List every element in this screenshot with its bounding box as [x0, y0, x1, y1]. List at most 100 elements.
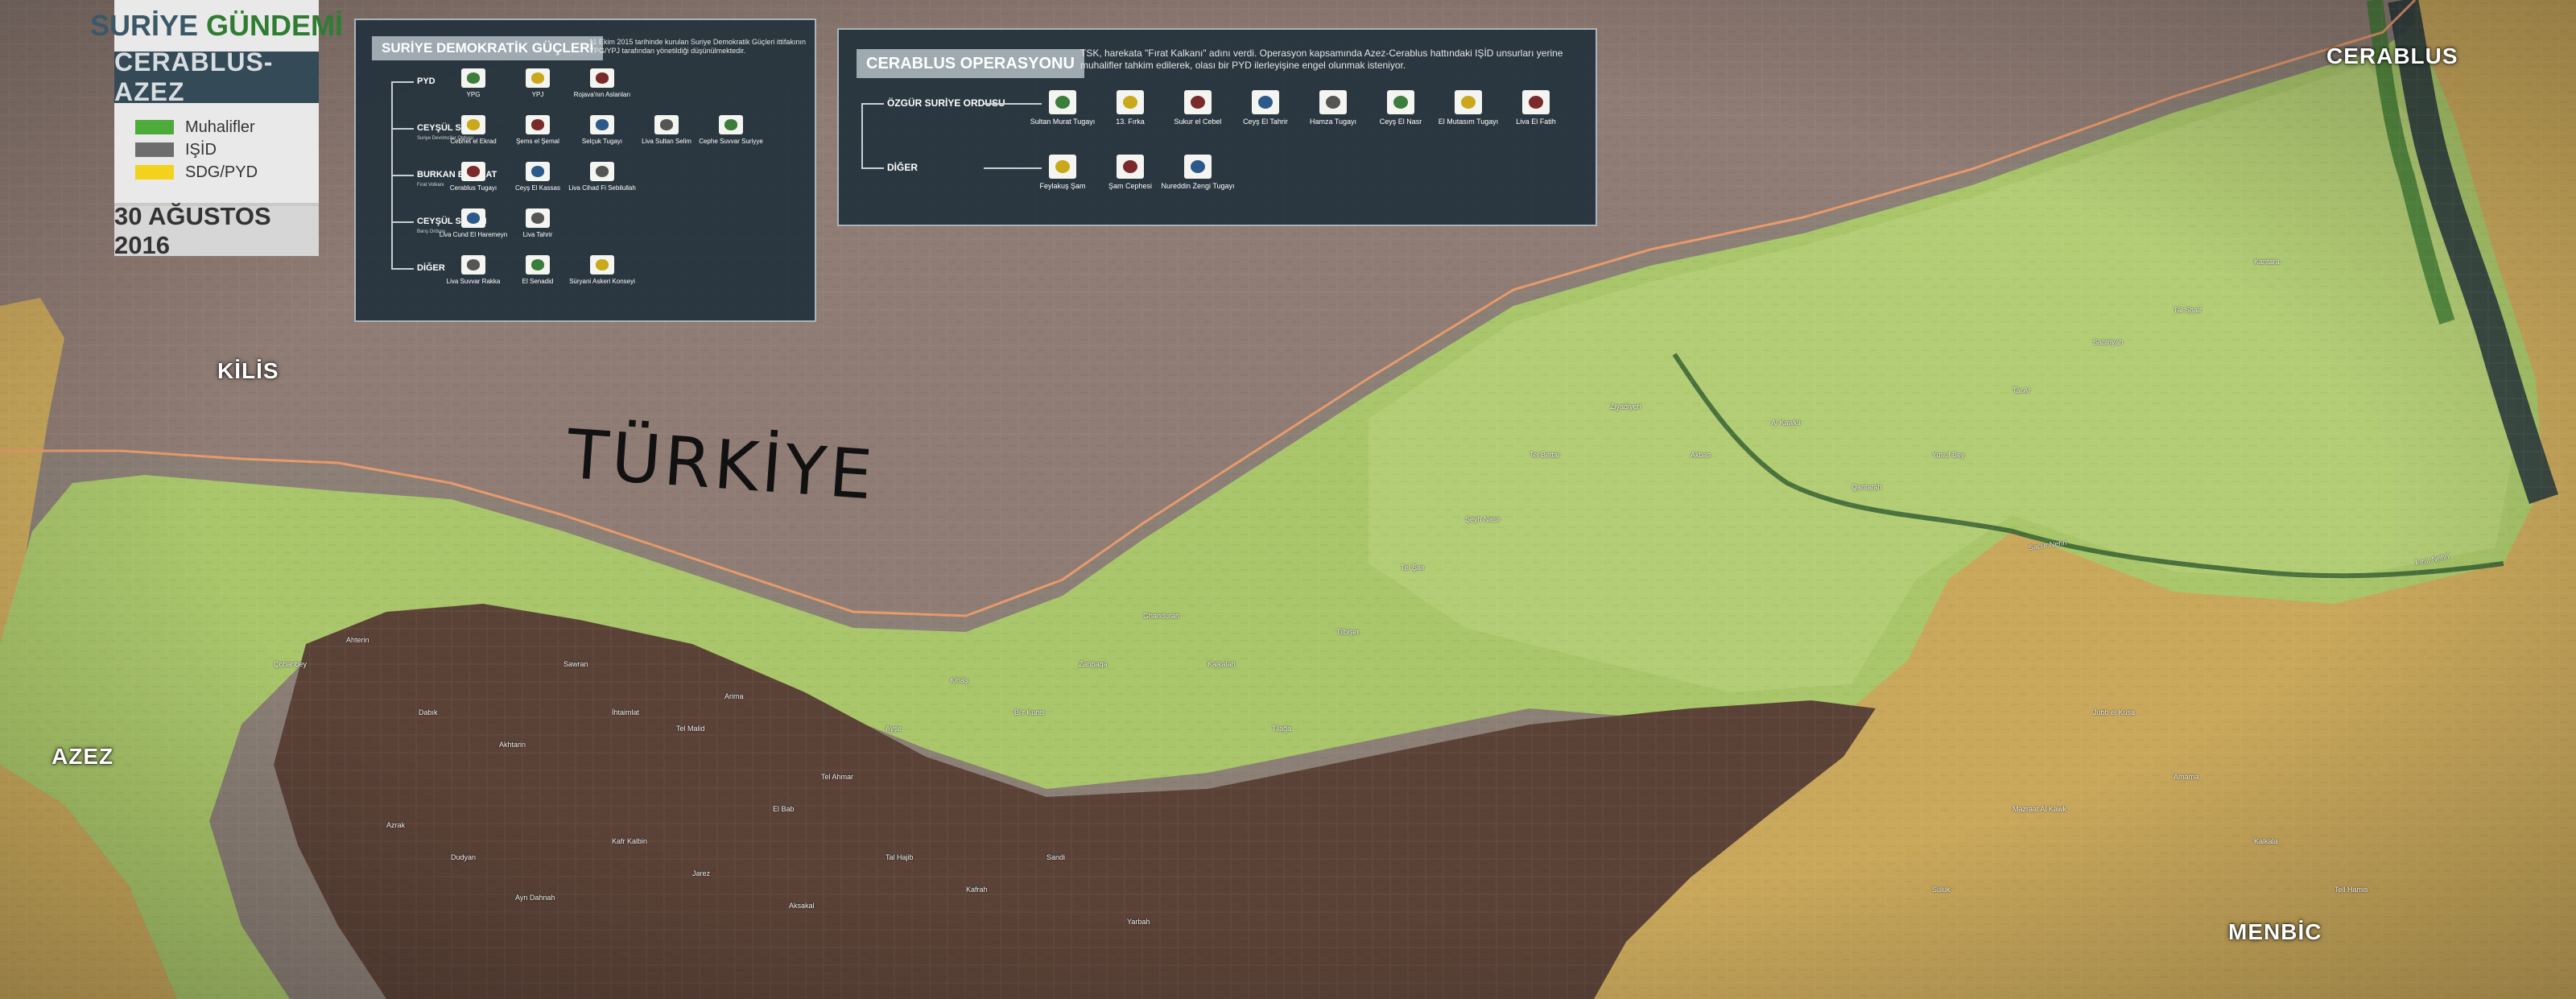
emblem-shape: [1257, 95, 1274, 109]
city-label-azez: AZEZ: [52, 744, 114, 769]
legend-label: IŞİD: [185, 140, 217, 159]
emblem-shape: [466, 119, 481, 130]
ypg-flag-icon: [461, 68, 485, 88]
village-label: Ayşe: [886, 724, 902, 733]
emblem-shape: [466, 166, 481, 177]
emblem-shape: [1055, 95, 1071, 109]
sdg-panel-title: SURİYE DEMOKRATİK GÜÇLERİ: [372, 36, 604, 60]
tree-trunk-line: [861, 103, 863, 167]
liva-cihad-emblem-icon: [590, 162, 614, 181]
sam-cephesi-emblem-icon: [1117, 155, 1144, 179]
sdg-info-panel: SURİYE DEMOKRATİK GÜÇLERİ 11 Ekim 2015 t…: [354, 19, 816, 322]
village-label: Ahterin: [346, 636, 369, 644]
op-panel-title: CERABLUS OPERASYONU: [857, 49, 1084, 78]
emblem-shape: [595, 72, 609, 84]
emblem-shape: [1393, 95, 1409, 109]
liva-el-fatih-emblem-icon: [1522, 90, 1550, 114]
emblem-shape: [1460, 95, 1476, 109]
op-panel-description: TSK, harekata "Fırat Kalkanı" adını verd…: [1080, 47, 1563, 71]
village-label: Tal Ar: [2013, 386, 2031, 394]
village-label: Suluk: [1932, 885, 1951, 894]
village-label: Jarez: [692, 869, 711, 877]
village-label: Tal Hajib: [886, 853, 914, 861]
nureddin-zengi-emblem-icon: [1184, 155, 1212, 179]
village-label: Kafrah: [966, 885, 988, 894]
emblem-shape: [530, 119, 545, 130]
tree-branch-line: [391, 128, 414, 130]
tree-branch-line: [861, 103, 884, 105]
legend-swatch-sdg-pyd: [135, 165, 174, 180]
tree-branch-line: [391, 221, 414, 223]
13-firka-flag-icon: [1117, 90, 1144, 114]
village-label: Aksakal: [789, 902, 815, 910]
village-label: Şeyh Nasir: [1465, 515, 1501, 523]
title-panel: SURİYE GÜNDEMİ CERABLUS-AZEZ Muhalifler …: [90, 0, 343, 259]
unit-item: Liva Tahrir: [497, 208, 578, 238]
suryani-askeri-konseyi-emblem-icon: [590, 255, 614, 275]
village-label: Azrak: [386, 821, 406, 829]
legend-item-muhalifler: Muhalifler: [135, 116, 308, 138]
city-label-menbic: MENBİC: [2228, 919, 2322, 944]
cebhet-el-ekrad-emblem-icon: [461, 115, 485, 134]
unit-item: Liva Cihad Fi Sebilullah: [562, 162, 642, 192]
hamza-tugayi-emblem-icon: [1319, 90, 1347, 114]
unit-name: Liva El Fatih: [1516, 118, 1556, 126]
village-label: Çobanbey: [274, 660, 308, 668]
village-label: Qantarah: [1852, 483, 1882, 491]
emblem-shape: [466, 72, 481, 84]
tree-branch-line: [391, 175, 414, 176]
village-label: Ghandurah: [1143, 612, 1180, 620]
unit-name: Nureddin Zengi Tugayı: [1161, 182, 1235, 190]
village-label: Sandi: [1046, 853, 1066, 861]
village-label: Kalkala: [2254, 837, 2278, 845]
emblem-shape: [1190, 159, 1206, 174]
emblem-shape: [1055, 159, 1071, 174]
ypj-flag-icon: [526, 68, 550, 88]
legend: Muhalifler IŞİD SDG/PYD: [114, 103, 319, 192]
city-label-kilis: KİLİS: [217, 358, 279, 383]
village-label: Dudyan: [451, 853, 477, 861]
village-label: Tel Bettal: [1530, 451, 1560, 459]
village-label: Akbas: [1690, 451, 1711, 459]
emblem-shape: [724, 119, 738, 130]
cerablus-tugayi-emblem-icon: [461, 162, 485, 181]
selcuk-tugayi-emblem-icon: [590, 115, 614, 134]
village-label: Tel Şair: [1401, 563, 1426, 572]
village-label: Kinaş: [950, 676, 968, 684]
village-label: Ziyadiyeh: [1610, 402, 1641, 411]
legend-item-sdg-pyd: SDG/PYD: [135, 161, 308, 184]
emblem-shape: [1122, 159, 1138, 174]
rojava-lions-flag-icon: [590, 68, 614, 88]
emblem-shape: [530, 72, 545, 84]
emblem-shape: [595, 119, 609, 130]
el-mutasim-emblem-icon: [1455, 90, 1482, 114]
emblem-shape: [659, 119, 674, 130]
village-label: Bi'r Kunis: [1014, 708, 1045, 716]
date-label: 30 AĞUSTOS 2016: [114, 202, 319, 259]
village-label: Amarna: [2174, 773, 2199, 781]
village-label: Jubb el Kusa: [2093, 708, 2136, 716]
unit-item: Cephe Suvvar Suriyye: [691, 115, 771, 145]
title-header: SURİYE GÜNDEMİ: [90, 0, 343, 52]
village-label: Tilağa: [1272, 724, 1292, 733]
title-line1-accent: GÜNDEMİ: [206, 9, 344, 42]
village-label: Akhtarin: [499, 741, 526, 749]
village-label: Zanbaqa: [1079, 660, 1108, 668]
emblem-shape: [466, 259, 481, 270]
unit-item: Süryani Askeri Konseyi: [562, 255, 642, 285]
unit-item: Liva El Fatih: [1496, 90, 1576, 126]
village-label: Arima: [724, 692, 744, 700]
emblem-shape: [530, 259, 545, 270]
unit-item: Rojava'nın Aslanları: [562, 68, 642, 98]
title-subtitle: CERABLUS-AZEZ: [114, 47, 319, 106]
feylakus-sam-emblem-icon: [1049, 155, 1076, 179]
ceys-el-kassas-emblem-icon: [526, 162, 550, 181]
village-label: Yusuf Bey: [1932, 451, 1965, 459]
village-label: Al Kawkli: [1771, 419, 1801, 427]
ceys-el-nasr-emblem-icon: [1387, 90, 1414, 114]
el-senadid-emblem-icon: [526, 255, 550, 275]
emblem-shape: [466, 213, 481, 224]
legend-swatch-muhalifler: [135, 120, 174, 134]
liva-tahrir-emblem-icon: [526, 208, 550, 228]
legend-item-isid: IŞİD: [135, 138, 308, 161]
